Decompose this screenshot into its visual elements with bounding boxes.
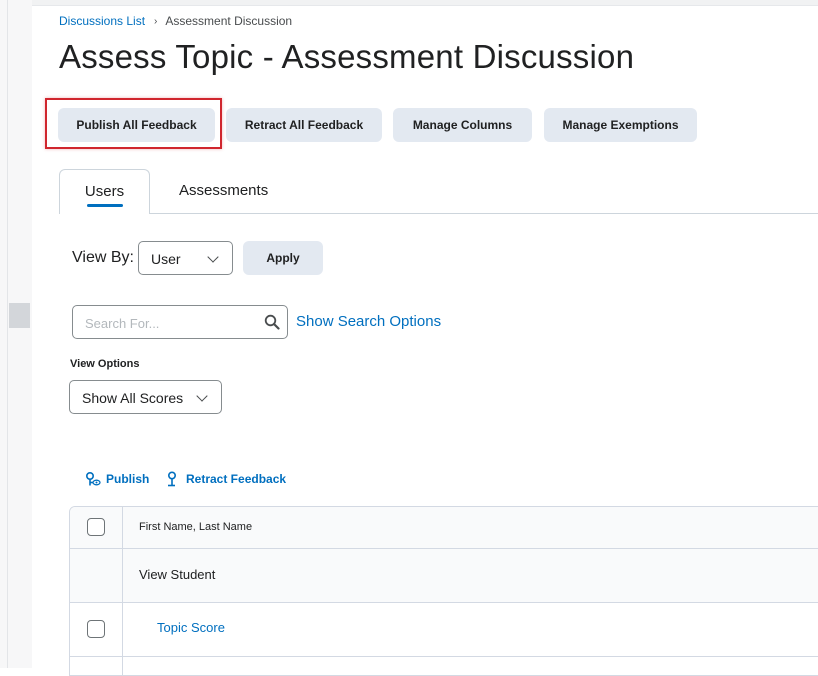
sidebar-resize-handle[interactable] <box>9 303 30 328</box>
column-header-name: First Name, Last Name <box>139 521 253 533</box>
tab-assessments[interactable]: Assessments <box>179 182 268 199</box>
row-checkbox[interactable] <box>87 620 105 638</box>
users-table: First Name, Last Name View Student Topic… <box>69 506 818 676</box>
breadcrumb: Discussions List › Assessment Discussion <box>59 14 292 28</box>
chevron-down-icon <box>207 251 219 263</box>
column-divider <box>122 507 123 675</box>
view-by-select[interactable]: User <box>138 241 233 275</box>
breadcrumb-chevron-icon: › <box>154 15 158 27</box>
retract-feedback-icon <box>167 471 177 487</box>
view-options-select[interactable]: Show All Scores <box>69 380 222 414</box>
breadcrumb-current: Assessment Discussion <box>165 14 293 28</box>
view-options-value: Show All Scores <box>82 390 184 406</box>
view-options-label: View Options <box>70 358 140 370</box>
breadcrumb-discussions-list[interactable]: Discussions List <box>59 14 145 28</box>
view-student-label: View Student <box>139 567 216 582</box>
show-search-options-link[interactable]: Show Search Options <box>296 313 441 330</box>
publish-feedback-icon <box>85 471 101 486</box>
top-border <box>32 0 818 6</box>
active-tab-indicator <box>87 204 123 207</box>
table-row: Topic Score <box>70 603 818 657</box>
page-title: Assess Topic - Assessment Discussion <box>59 38 635 75</box>
topic-score-link[interactable]: Topic Score <box>157 620 225 635</box>
tab-users[interactable]: Users <box>59 169 150 214</box>
table-row: View Student <box>70 549 818 603</box>
highlight-box <box>45 98 222 149</box>
publish-link-label: Publish <box>106 472 150 486</box>
rail-divider <box>7 0 8 668</box>
select-all-checkbox[interactable] <box>87 518 105 536</box>
search-icon[interactable] <box>264 314 280 330</box>
view-by-value: User <box>151 251 181 267</box>
apply-button[interactable]: Apply <box>243 241 323 275</box>
tabs-divider <box>60 213 818 214</box>
search-field <box>72 305 288 339</box>
chevron-down-icon <box>196 390 208 402</box>
tab-users-label: Users <box>84 183 125 200</box>
retract-link-label: Retract Feedback <box>186 472 287 486</box>
left-rail <box>0 0 32 668</box>
manage-columns-button[interactable]: Manage Columns <box>393 108 532 142</box>
search-input[interactable] <box>83 313 257 333</box>
view-by-label: View By: <box>72 249 134 266</box>
table-header-row: First Name, Last Name <box>70 507 818 549</box>
retract-feedback-link[interactable]: Retract Feedback <box>165 471 286 487</box>
publish-link[interactable]: Publish <box>85 471 149 487</box>
retract-all-feedback-button[interactable]: Retract All Feedback <box>226 108 382 142</box>
manage-exemptions-button[interactable]: Manage Exemptions <box>544 108 697 142</box>
